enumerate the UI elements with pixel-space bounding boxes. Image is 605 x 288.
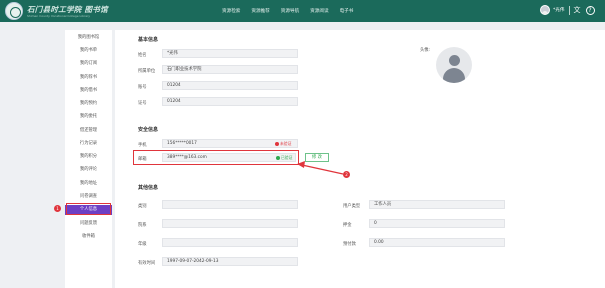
help-icon[interactable]: ? — [585, 5, 595, 15]
department-label: 院系 — [138, 223, 147, 228]
sidebar-item-my-points[interactable]: 我的积分 — [65, 152, 112, 162]
sidebar-item-feedback[interactable]: 问题反馈 — [65, 219, 112, 229]
user-avatar[interactable] — [540, 5, 550, 15]
deposit-label: 押金 — [343, 223, 352, 228]
name-field: *光伟 — [162, 49, 298, 58]
nav-item-navigation[interactable]: 资源导航 — [281, 8, 299, 14]
sidebar-item-my-address[interactable]: 我的地址 — [65, 179, 112, 189]
prepayment-label: 预付款 — [343, 242, 356, 247]
library-logo-icon[interactable] — [5, 2, 23, 20]
user-area: *光伟 文 ? — [540, 5, 595, 15]
avatar-label: 头像: — [420, 48, 431, 53]
annotation-step-1: 1 — [54, 205, 61, 212]
top-nav: 资源检索 资源推荐 资源导航 资源阅读 电子书 — [222, 0, 364, 22]
phone-status-badge: 未验证 — [275, 141, 291, 147]
unverified-dot-icon — [275, 142, 279, 146]
sidebar-item-inbox[interactable]: 收件箱 — [65, 232, 112, 242]
valid-period-field: 1997-09-07-2042-09-13 — [162, 257, 298, 266]
edit-email-button[interactable]: 修 改 — [305, 153, 329, 162]
prepayment-field: 0.00 — [369, 238, 505, 247]
sidebar-item-my-booklist[interactable]: 我的书单 — [65, 46, 112, 56]
category-field — [162, 200, 298, 209]
account-field: 01204 — [162, 81, 298, 90]
user-name[interactable]: *光伟 — [553, 7, 565, 13]
card-number-label: 证号 — [138, 101, 147, 106]
grade-field — [162, 238, 298, 247]
sidebar-item-my-reservation[interactable]: 我的预约 — [65, 99, 112, 109]
account-label: 账号 — [138, 85, 147, 90]
nav-item-reading[interactable]: 资源阅读 — [310, 8, 328, 14]
grade-label: 年级 — [138, 242, 147, 247]
sidebar-item-my-subscription[interactable]: 我的订阅 — [65, 59, 112, 69]
annotation-step-2: 2 — [343, 171, 350, 178]
sidebar-item-borrow-management[interactable]: 借还管理 — [65, 126, 112, 136]
card-number-field: 01204 — [162, 97, 298, 106]
basic-info-title: 基本信息 — [138, 37, 159, 43]
sidebar: 我的图书馆 我的书单 我的订阅 我的荐书 我的借书 我的预约 我的委托 借还管理… — [65, 30, 112, 288]
valid-period-label: 有效时间 — [138, 261, 156, 266]
annotation-highlight-email — [133, 150, 299, 165]
deposit-field: 0 — [369, 219, 505, 228]
other-info-title: 其他信息 — [138, 185, 159, 191]
sidebar-item-my-delegation[interactable]: 我的委托 — [65, 112, 112, 122]
nav-item-ebook[interactable]: 电子书 — [340, 8, 354, 14]
phone-label: 手机 — [138, 143, 147, 148]
department-field — [162, 219, 298, 228]
name-label: 姓名 — [138, 53, 147, 58]
top-header: 石门县时工学院 图书馆 Shimen County Vocational Col… — [0, 0, 605, 22]
annotation-highlight-personal-info — [66, 203, 111, 215]
sidebar-item-my-library[interactable]: 我的图书馆 — [65, 33, 112, 43]
library-name-subtitle: Shimen County Vocational College Library — [27, 14, 91, 18]
sidebar-item-my-recommend[interactable]: 我的荐书 — [65, 73, 112, 83]
user-type-field: 工作人员 — [369, 200, 505, 209]
person-icon-head — [449, 55, 460, 66]
phone-status-text: 未验证 — [280, 141, 292, 146]
sidebar-item-my-comments[interactable]: 我的评论 — [65, 165, 112, 175]
nav-item-recommend[interactable]: 资源推荐 — [251, 8, 269, 14]
unit-field: 石门职业技术学院 — [162, 65, 298, 74]
security-info-title: 安全信息 — [138, 127, 159, 133]
language-icon[interactable]: 文 — [574, 5, 581, 15]
profile-avatar[interactable] — [436, 47, 472, 83]
person-icon-body — [443, 68, 465, 83]
user-type-label: 用户类型 — [343, 204, 361, 209]
header-divider — [568, 5, 570, 15]
sidebar-item-my-borrow[interactable]: 我的借书 — [65, 86, 112, 96]
unit-label: 所属单位 — [138, 69, 156, 74]
category-label: 类别 — [138, 204, 147, 209]
sidebar-item-survey[interactable]: 问卷调查 — [65, 192, 112, 202]
nav-item-search[interactable]: 资源检索 — [222, 8, 240, 14]
sidebar-item-activity-log[interactable]: 行为记录 — [65, 139, 112, 149]
